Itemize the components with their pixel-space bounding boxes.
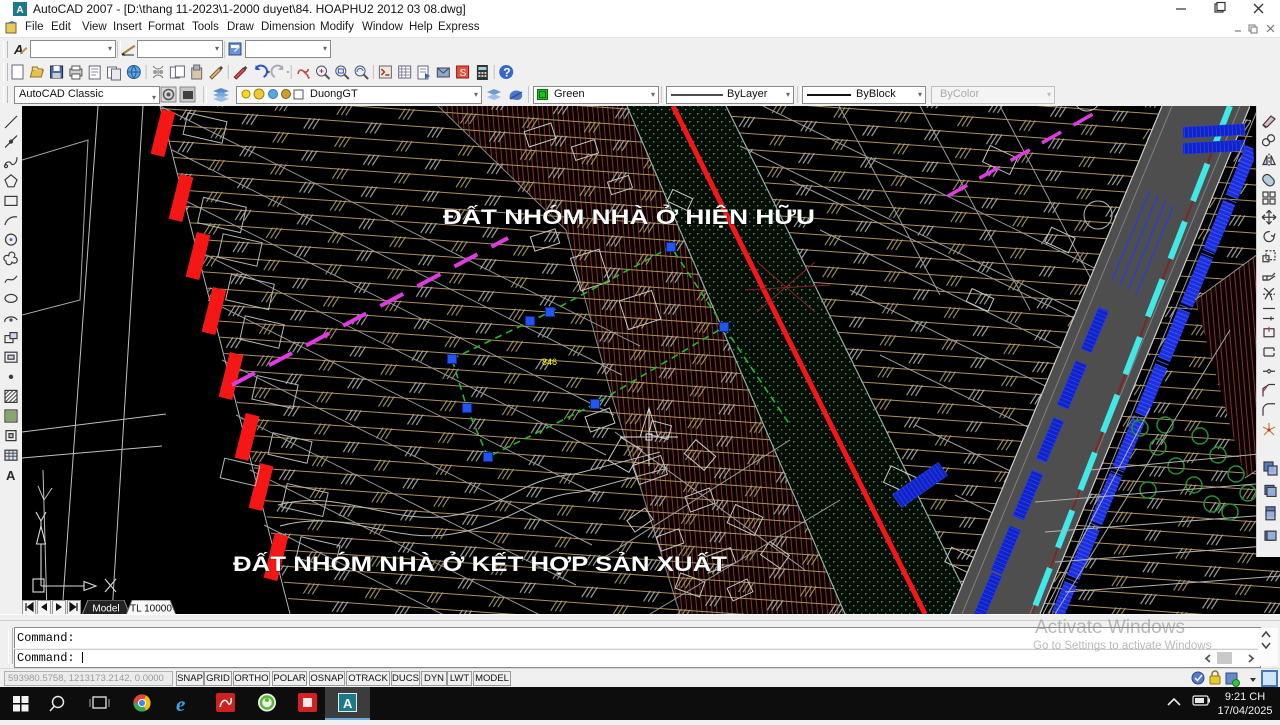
svg-text:Model: Model — [92, 604, 119, 615]
svg-text:S: S — [460, 68, 467, 79]
svg-text:846: 846 — [542, 357, 557, 367]
svg-text:17/04/2025: 17/04/2025 — [1217, 705, 1272, 717]
svg-text:?: ? — [503, 66, 510, 80]
svg-text:ĐẤT NHÓM NHÀ Ở HIỆN HỮU: ĐẤT NHÓM NHÀ Ở HIỆN HỮU — [443, 205, 815, 229]
svg-text:A: A — [343, 696, 353, 711]
svg-text:9:21 CH: 9:21 CH — [1225, 691, 1265, 703]
svg-text:TL 10000: TL 10000 — [130, 604, 172, 615]
svg-text:ĐẤT NHÓM NHÀ Ở KẾT HỢP SẢN XUẤ: ĐẤT NHÓM NHÀ Ở KẾT HỢP SẢN XUẤT — [233, 552, 727, 576]
svg-text:A: A — [6, 468, 16, 483]
svg-text:e: e — [176, 692, 185, 716]
svg-text:A: A — [16, 5, 23, 16]
svg-text:A: A — [13, 42, 23, 57]
